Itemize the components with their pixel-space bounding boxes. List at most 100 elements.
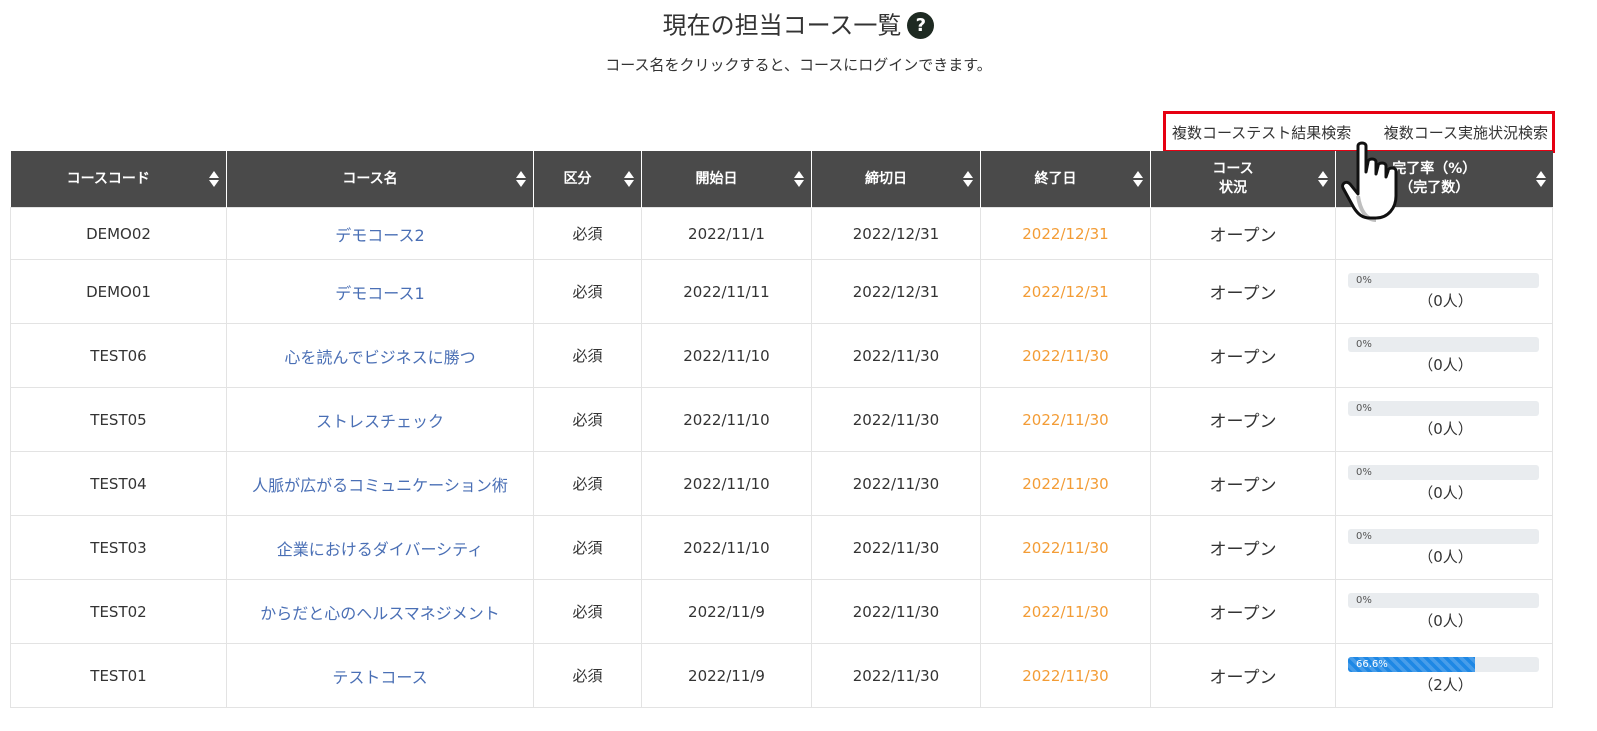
sort-icon[interactable] xyxy=(1318,171,1328,187)
start-date-cell: 2022/11/10 xyxy=(641,323,812,388)
course-name-link[interactable]: デモコース1 xyxy=(226,259,534,324)
th-course-code[interactable]: コースコード xyxy=(10,151,227,208)
page-title: 現在の担当コース一覧 xyxy=(662,11,902,40)
course-status-cell: オープン xyxy=(1150,387,1336,452)
table-row: DEMO01 デモコース1 必須 2022/11/11 2022/12/31 2022/1… xyxy=(10,259,1553,324)
table-row: TEST06 心を読んでビジネスに勝つ 必須 2022/11/10 2022/11/30… xyxy=(10,323,1553,388)
deadline-cell: 2022/12/31 xyxy=(811,259,981,324)
start-date-cell: 2022/11/11 xyxy=(641,259,812,324)
progress-label: 0% xyxy=(1356,530,1372,542)
course-name-link[interactable]: テストコース xyxy=(226,643,534,708)
end-date-cell: 2022/11/30 xyxy=(980,515,1151,580)
th-deadline[interactable]: 締切日 xyxy=(811,151,981,208)
header-label: 区分 xyxy=(563,170,592,187)
progress-label: 66.6% xyxy=(1356,658,1388,670)
course-status-cell: オープン xyxy=(1150,259,1336,324)
category-cell: 必須 xyxy=(533,207,642,260)
header-label: 締切日 xyxy=(865,170,907,187)
course-name-link[interactable]: 心を読んでビジネスに勝つ xyxy=(226,323,534,388)
table-row: DEMO02 デモコース2 必須 2022/11/1 2022/12/31 2022/12… xyxy=(10,207,1553,260)
category-cell: 必須 xyxy=(533,259,642,324)
start-date-cell: 2022/11/10 xyxy=(641,515,812,580)
th-category[interactable]: 区分 xyxy=(533,151,642,208)
progress-label: 0% xyxy=(1356,338,1372,350)
page-subtitle: コース名をクリックすると、コースにログインできます。 xyxy=(605,56,992,74)
end-date-cell: 2022/11/30 xyxy=(980,451,1151,516)
multi-course-progress-link[interactable]: 複数コース実施状況検索 xyxy=(1384,122,1548,143)
table-row: TEST04 人脈が広がるコミュニケーション術 必須 2022/11/10 2022/1… xyxy=(10,451,1553,516)
deadline-cell: 2022/12/31 xyxy=(811,207,981,260)
header-label: コースコード xyxy=(66,170,150,187)
start-date-cell: 2022/11/1 xyxy=(641,207,812,260)
course-code-cell: TEST02 xyxy=(10,579,227,644)
category-cell: 必須 xyxy=(533,387,642,452)
multi-course-test-results-link[interactable]: 複数コーステスト結果検索 xyxy=(1172,122,1351,143)
course-name-link[interactable]: からだと心のヘルスマネジメント xyxy=(226,579,534,644)
completed-count: （0人） xyxy=(1418,547,1473,566)
course-status-cell: オープン xyxy=(1150,207,1336,260)
th-start-date[interactable]: 開始日 xyxy=(641,151,812,208)
title-row: 現在の担当コース一覧? xyxy=(0,8,1597,42)
course-code-cell: TEST03 xyxy=(10,515,227,580)
header-label: コース名 xyxy=(342,170,398,187)
completion-cell: 0% （0人） xyxy=(1335,259,1553,324)
completed-count: （0人） xyxy=(1418,611,1473,630)
end-date-cell: 2022/11/30 xyxy=(980,323,1151,388)
course-name-link[interactable]: 人脈が広がるコミュニケーション術 xyxy=(226,451,534,516)
completion-cell: 0% （0人） xyxy=(1335,323,1553,388)
completed-count: （0人） xyxy=(1418,355,1473,374)
header-label: 終了日 xyxy=(1034,170,1077,187)
progress-label: 0% xyxy=(1356,402,1372,414)
course-status-cell: オープン xyxy=(1150,643,1336,708)
table-row: TEST01 テストコース 必須 2022/11/9 2022/11/30 2022/11… xyxy=(10,643,1553,708)
course-name-link[interactable]: デモコース2 xyxy=(226,207,534,260)
course-status-cell: オープン xyxy=(1150,451,1336,516)
course-name-link[interactable]: ストレスチェック xyxy=(226,387,534,452)
course-status-cell: オープン xyxy=(1150,579,1336,644)
sort-icon[interactable] xyxy=(1133,171,1143,187)
sort-icon[interactable] xyxy=(516,171,526,187)
course-code-cell: TEST06 xyxy=(10,323,227,388)
course-code-cell: DEMO01 xyxy=(10,259,227,324)
header-label: コース 状況 xyxy=(1212,161,1254,196)
start-date-cell: 2022/11/10 xyxy=(641,451,812,516)
help-icon[interactable]: ? xyxy=(907,12,935,39)
start-date-cell: 2022/11/9 xyxy=(641,579,812,644)
sort-icon[interactable] xyxy=(963,171,973,187)
completed-count: （0人） xyxy=(1418,291,1473,310)
end-date-cell: 2022/11/30 xyxy=(980,643,1151,708)
progress-bar: 0% xyxy=(1348,464,1539,480)
progress-label: 0% xyxy=(1356,466,1372,478)
completed-count: （0人） xyxy=(1418,483,1473,502)
start-date-cell: 2022/11/10 xyxy=(641,387,812,452)
hand-pointer-icon xyxy=(1341,141,1398,222)
course-status-cell: オープン xyxy=(1150,515,1336,580)
category-cell: 必須 xyxy=(533,515,642,580)
sort-icon[interactable] xyxy=(794,171,804,187)
end-date-cell: 2022/11/30 xyxy=(980,579,1151,644)
th-course-name[interactable]: コース名 xyxy=(226,151,534,208)
deadline-cell: 2022/11/30 xyxy=(811,323,981,388)
sort-icon[interactable] xyxy=(209,171,219,187)
sort-icon[interactable] xyxy=(624,171,634,187)
progress-bar: 0% xyxy=(1348,528,1539,544)
completion-cell: 0% （0人） xyxy=(1335,451,1553,516)
completion-cell: 0% （0人） xyxy=(1335,515,1553,580)
table-row: TEST03 企業におけるダイバーシティ 必須 2022/11/10 2022/11/3… xyxy=(10,515,1553,580)
course-code-cell: DEMO02 xyxy=(10,207,227,260)
table-row: TEST05 ストレスチェック 必須 2022/11/10 2022/11/30 2022… xyxy=(10,387,1553,452)
completion-cell: 66.6% （2人） xyxy=(1335,643,1553,708)
deadline-cell: 2022/11/30 xyxy=(811,643,981,708)
th-end-date[interactable]: 終了日 xyxy=(980,151,1151,208)
category-cell: 必須 xyxy=(533,323,642,388)
course-code-cell: TEST01 xyxy=(10,643,227,708)
category-cell: 必須 xyxy=(533,451,642,516)
sort-icon[interactable] xyxy=(1535,171,1546,187)
course-name-link[interactable]: 企業におけるダイバーシティ xyxy=(226,515,534,580)
completion-cell: 0% （0人） xyxy=(1335,579,1553,644)
start-date-cell: 2022/11/9 xyxy=(641,643,812,708)
category-cell: 必須 xyxy=(533,579,642,644)
deadline-cell: 2022/11/30 xyxy=(811,451,981,516)
th-course-status[interactable]: コース 状況 xyxy=(1150,151,1336,208)
progress-bar: 0% xyxy=(1348,272,1539,288)
